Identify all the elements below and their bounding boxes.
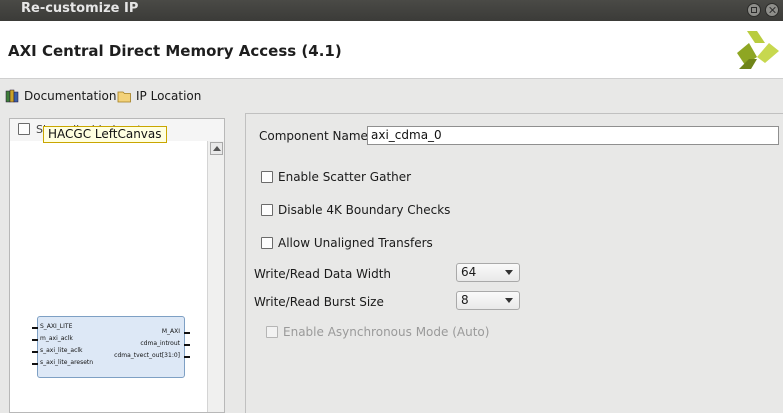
ip-toolbar: Documentation IP Location bbox=[0, 84, 783, 106]
enable-scatter-gather-checkbox[interactable] bbox=[261, 171, 273, 183]
component-name-input[interactable]: axi_cdma_0 bbox=[367, 126, 779, 145]
data-width-label: Write/Read Data Width bbox=[254, 267, 392, 281]
canvas-tooltip: HACGC LeftCanvas bbox=[43, 126, 167, 143]
xilinx-logo bbox=[737, 31, 779, 69]
data-width-value: 64 bbox=[461, 265, 477, 279]
ip-title: AXI Central Direct Memory Access (4.1) bbox=[8, 42, 342, 60]
port-pin bbox=[184, 332, 190, 334]
port-m-axi-aclk[interactable]: m_axi_aclk bbox=[40, 335, 73, 342]
disable-4k-boundary-option[interactable]: Disable 4K Boundary Checks bbox=[261, 203, 450, 217]
port-s-axi-lite-aclk[interactable]: s_axi_lite_aclk bbox=[40, 347, 83, 354]
window-title: Re-customize IP bbox=[21, 1, 139, 16]
documentation-label: Documentation bbox=[24, 89, 117, 103]
ip-header: AXI Central Direct Memory Access (4.1) bbox=[0, 21, 783, 79]
burst-size-select[interactable]: 8 bbox=[456, 291, 520, 310]
close-button[interactable] bbox=[765, 3, 779, 17]
show-disabled-ports-checkbox[interactable] bbox=[18, 123, 30, 135]
port-cdma-tvect-out[interactable]: cdma_tvect_out[31:0] bbox=[114, 352, 180, 359]
symbol-canvas: Show disabled ports HACGC LeftCanvas S_A… bbox=[9, 118, 225, 413]
books-icon bbox=[5, 89, 19, 103]
enable-scatter-gather-label: Enable Scatter Gather bbox=[278, 170, 412, 184]
port-pin bbox=[184, 344, 190, 346]
port-pin bbox=[32, 327, 38, 329]
ip-block-symbol: S_AXI_LITE m_axi_aclk s_axi_lite_aclk s_… bbox=[32, 316, 190, 378]
maximize-icon bbox=[751, 7, 757, 13]
port-s-axi-lite[interactable]: S_AXI_LITE bbox=[40, 323, 72, 330]
port-pin bbox=[32, 339, 38, 341]
burst-size-label: Write/Read Burst Size bbox=[254, 295, 384, 309]
allow-unaligned-checkbox[interactable] bbox=[261, 237, 273, 249]
chevron-down-icon bbox=[505, 298, 513, 303]
data-width-select[interactable]: 64 bbox=[456, 263, 520, 282]
ip-location-button[interactable]: IP Location bbox=[117, 87, 201, 105]
async-mode-option: Enable Asynchronous Mode (Auto) bbox=[266, 325, 489, 339]
ip-location-label: IP Location bbox=[136, 89, 202, 103]
component-name-label: Component Name bbox=[259, 129, 368, 143]
async-mode-checkbox bbox=[266, 326, 278, 338]
maximize-button[interactable] bbox=[747, 3, 761, 17]
canvas-vertical-scrollbar[interactable] bbox=[207, 141, 224, 412]
window-title-bar: Re-customize IP bbox=[0, 0, 783, 21]
port-cdma-introut[interactable]: cdma_introut bbox=[140, 340, 180, 347]
port-s-axi-lite-aresetn[interactable]: s_axi_lite_aresetn bbox=[40, 359, 93, 366]
folder-icon bbox=[117, 91, 131, 102]
disable-4k-boundary-checkbox[interactable] bbox=[261, 204, 273, 216]
enable-scatter-gather-option[interactable]: Enable Scatter Gather bbox=[261, 170, 411, 184]
port-pin bbox=[184, 356, 190, 358]
disable-4k-boundary-label: Disable 4K Boundary Checks bbox=[278, 203, 451, 217]
configuration-panel: Component Name axi_cdma_0 Enable Scatter… bbox=[245, 113, 783, 413]
allow-unaligned-option[interactable]: Allow Unaligned Transfers bbox=[261, 236, 433, 250]
port-pin bbox=[32, 351, 38, 353]
allow-unaligned-label: Allow Unaligned Transfers bbox=[278, 236, 433, 250]
documentation-menu[interactable]: Documentation bbox=[5, 87, 117, 105]
scroll-up-button[interactable] bbox=[210, 142, 223, 155]
burst-size-value: 8 bbox=[461, 293, 469, 307]
async-mode-label: Enable Asynchronous Mode (Auto) bbox=[283, 325, 490, 339]
port-m-axi[interactable]: M_AXI bbox=[162, 328, 180, 335]
close-icon bbox=[769, 7, 775, 13]
chevron-down-icon bbox=[505, 270, 513, 275]
port-pin bbox=[32, 363, 38, 365]
